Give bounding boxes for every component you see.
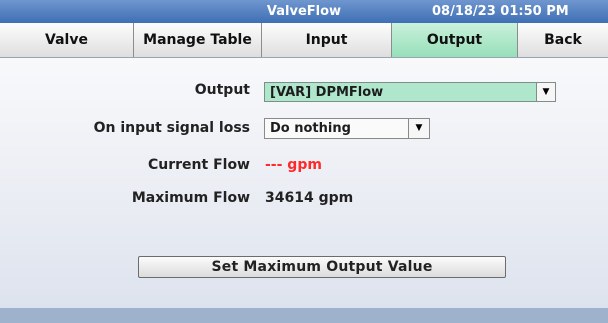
tab-valve[interactable]: Valve: [0, 23, 134, 57]
signal-loss-select[interactable]: Do nothing ▼: [264, 118, 430, 139]
tab-bar: Valve Manage Table Input Output Back: [0, 23, 608, 58]
max-flow-value: 34614 gpm: [265, 190, 354, 206]
chevron-down-icon[interactable]: ▼: [536, 83, 555, 101]
signal-loss-label: On input signal loss: [93, 120, 250, 136]
set-max-output-button[interactable]: Set Maximum Output Value: [138, 256, 506, 278]
tab-output[interactable]: Output: [392, 23, 518, 57]
max-flow-label: Maximum Flow: [131, 190, 250, 206]
output-select[interactable]: [VAR] DPMFlow ▼: [264, 82, 556, 102]
datetime-readout: 08/18/23 01:50 PM: [432, 4, 569, 19]
output-select-value: [VAR] DPMFlow: [270, 85, 384, 100]
tab-input[interactable]: Input: [262, 23, 392, 57]
output-label: Output: [194, 82, 250, 98]
current-flow-label: Current Flow: [148, 157, 250, 173]
current-flow-value: --- gpm: [265, 157, 322, 173]
tab-back[interactable]: Back: [518, 23, 608, 57]
tab-manage-table[interactable]: Manage Table: [134, 23, 262, 57]
signal-loss-select-value: Do nothing: [270, 121, 351, 136]
chevron-down-icon[interactable]: ▼: [408, 119, 429, 138]
footer-bar: [0, 308, 608, 323]
title-bar: ValveFlow 08/18/23 01:50 PM: [0, 0, 608, 23]
